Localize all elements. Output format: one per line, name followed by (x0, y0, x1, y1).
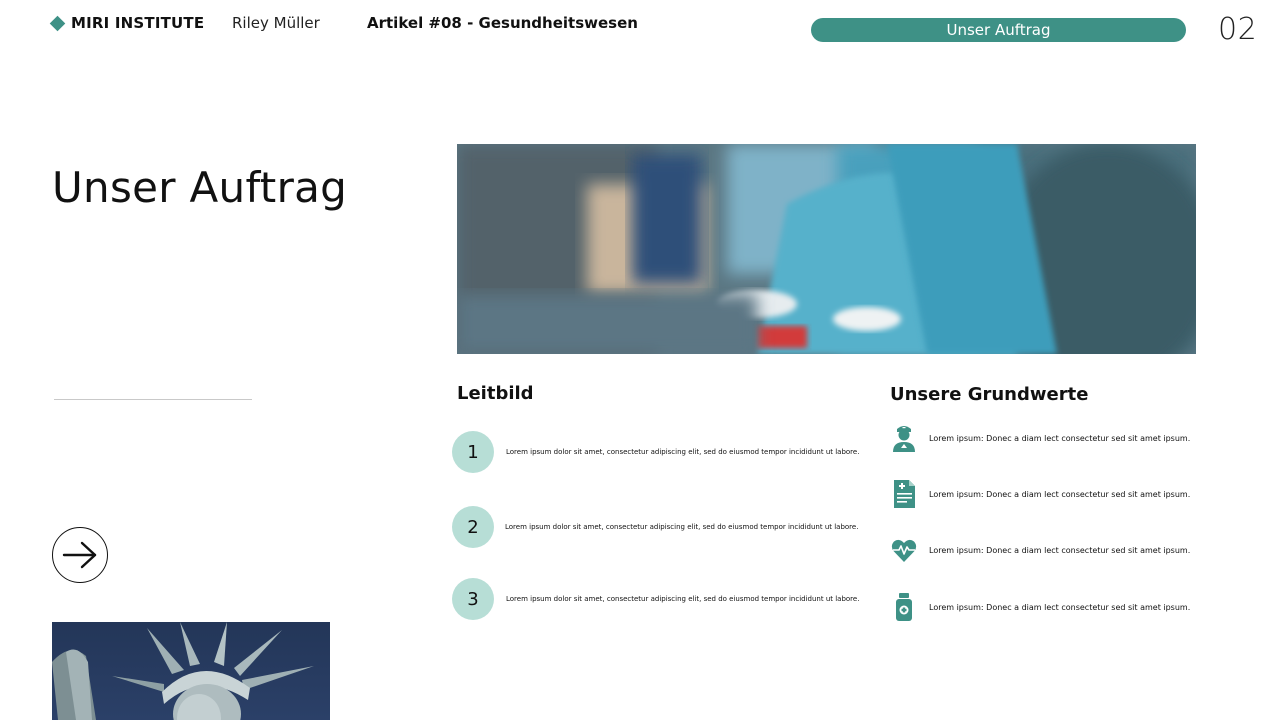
step-text: Lorem ipsum dolor sit amet, consectetur … (506, 595, 860, 603)
step-text: Lorem ipsum dolor sit amet, consectetur … (506, 448, 860, 456)
diamond-icon (49, 15, 66, 31)
value-text: Lorem ipsum: Donec a diam lect consectet… (929, 602, 1191, 612)
section-pill: Unser Auftrag (811, 18, 1186, 42)
page-title: Unser Auftrag (52, 163, 348, 212)
doctor-icon (893, 426, 915, 452)
page-number: 02 (1218, 12, 1258, 47)
leitbild-heading: Leitbild (457, 383, 534, 404)
medicine-bottle-icon (896, 593, 912, 621)
value-text: Lorem ipsum: Donec a diam lect consectet… (929, 545, 1191, 555)
next-button[interactable] (52, 527, 108, 583)
list-item: Lorem ipsum: Donec a diam lect consectet… (891, 592, 1190, 622)
value-text: Lorem ipsum: Donec a diam lect consectet… (929, 433, 1191, 443)
list-item: Lorem ipsum: Donec a diam lect consectet… (891, 423, 1190, 453)
arrow-right-icon (62, 541, 97, 569)
step-number: 3 (452, 578, 494, 620)
medical-report-icon (894, 480, 915, 508)
divider (54, 399, 252, 400)
list-item: Lorem ipsum: Donec a diam lect consectet… (891, 479, 1190, 509)
list-item: Lorem ipsum: Donec a diam lect consectet… (891, 535, 1190, 565)
grundwerte-heading: Unsere Grundwerte (890, 384, 1089, 405)
step-number: 1 (452, 431, 494, 473)
brand: MIRI INSTITUTE (49, 14, 205, 32)
surgery-image (457, 144, 1196, 354)
author-name: Riley Müller (232, 14, 320, 32)
list-item: 1 Lorem ipsum dolor sit amet, consectetu… (452, 431, 860, 473)
statue-of-liberty-image (52, 622, 330, 720)
step-text: Lorem ipsum dolor sit amet, consectetur … (505, 523, 859, 531)
article-title: Artikel #08 - Gesundheitswesen (367, 14, 638, 32)
brand-name: MIRI INSTITUTE (71, 14, 205, 32)
list-item: 3 Lorem ipsum dolor sit amet, consectetu… (452, 578, 860, 620)
step-number: 2 (452, 506, 494, 548)
heart-pulse-icon (891, 539, 917, 562)
value-text: Lorem ipsum: Donec a diam lect consectet… (929, 489, 1191, 499)
list-item: 2 Lorem ipsum dolor sit amet, consectetu… (452, 506, 859, 548)
